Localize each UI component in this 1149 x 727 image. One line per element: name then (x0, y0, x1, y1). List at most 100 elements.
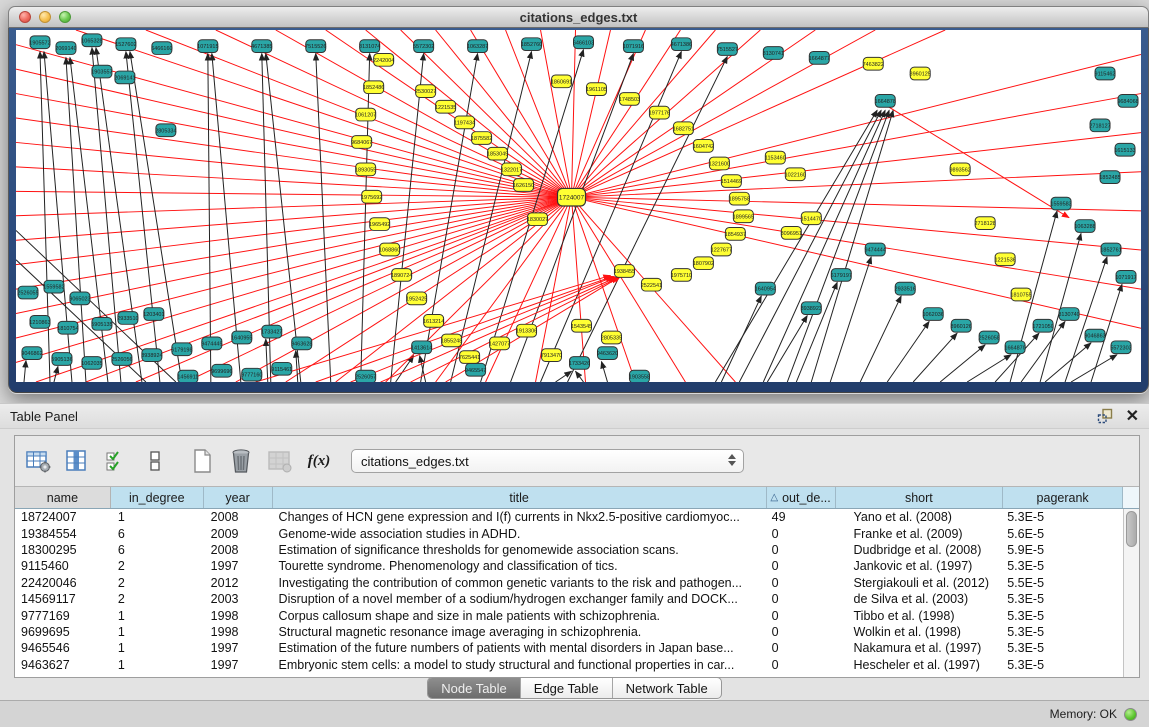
column-header-out_degree[interactable]: △out_de... (767, 487, 836, 508)
graph-edge[interactable] (361, 53, 370, 382)
cell-year: 1998 (204, 609, 273, 623)
graph-node-label: 1852760 (521, 42, 542, 48)
select-all-button[interactable] (103, 448, 129, 474)
float-panel-icon[interactable] (1097, 408, 1114, 425)
graph-edge[interactable] (739, 110, 881, 382)
table-row[interactable]: 2242004622012Investigating the contribut… (15, 575, 1123, 591)
graph-edge[interactable] (208, 53, 211, 382)
table-row[interactable]: 969969511998Structural magnetic resonanc… (15, 624, 1123, 640)
cell-short: Dudbridge et al. (2008) (836, 543, 1004, 557)
graph-node-label: 1852486 (363, 85, 384, 91)
tab-edge-table[interactable]: Edge Table (521, 678, 613, 698)
graph-node-label: 1853049 (487, 152, 508, 158)
graph-node-label: 8938923 (801, 306, 822, 312)
cell-pagerank: 5.3E-5 (1003, 641, 1123, 655)
new-column-button[interactable] (189, 448, 215, 474)
graph-edge[interactable] (556, 371, 572, 382)
column-header-name[interactable]: name (15, 487, 111, 508)
scrollbar-thumb[interactable] (1126, 511, 1137, 547)
graph-edge-selected[interactable] (136, 197, 572, 382)
graph-node-label: 2526056 (111, 357, 132, 363)
column-header-in_degree[interactable]: in_degree (111, 487, 204, 508)
graph-edge-selected[interactable] (881, 102, 1069, 217)
graph-edge[interactable] (576, 371, 584, 382)
column-header-label: pagerank (1037, 491, 1089, 505)
minimize-window-button[interactable] (39, 11, 51, 23)
graph-edge[interactable] (796, 282, 837, 382)
graph-node-label: 1321600 (709, 162, 730, 168)
graph-edge-selected[interactable] (572, 30, 576, 197)
network-canvas[interactable]: 1905572206914010653281527602646616010719… (16, 30, 1141, 382)
column-header-label: year (225, 491, 249, 505)
cell-name: 9465546 (15, 641, 111, 655)
graph-edge-selected[interactable] (572, 30, 611, 197)
graph-node-label: 5572303 (1110, 345, 1131, 351)
graph-node-label: 1733426 (569, 361, 590, 367)
tab-node-table[interactable]: Node Table (428, 678, 521, 698)
window-title: citations_edges.txt (520, 10, 638, 25)
graph-edge[interactable] (767, 316, 807, 382)
tab-network-table[interactable]: Network Table (613, 678, 721, 698)
graph-node-label: 1559583 (1050, 202, 1071, 208)
graph-edge-selected[interactable] (572, 197, 586, 382)
graph-node-label: 7913470 (541, 353, 562, 359)
graph-edge[interactable] (940, 345, 985, 382)
graph-edge[interactable] (1071, 355, 1117, 382)
graph-node-label: 1875582 (471, 136, 492, 142)
graph-edge[interactable] (887, 321, 929, 382)
table-row[interactable]: 946554611997Estimation of the future num… (15, 640, 1123, 656)
graph-edge[interactable] (316, 53, 331, 382)
graph-edge[interactable] (715, 110, 877, 382)
delete-column-button[interactable] (228, 448, 254, 474)
graph-edge[interactable] (24, 360, 26, 382)
graph-edge-selected[interactable] (76, 30, 572, 197)
graph-edge[interactable] (601, 361, 607, 382)
memory-status-label: Memory: OK (1050, 707, 1117, 721)
graph-edge-selected[interactable] (572, 30, 946, 197)
graph-node-label: 1065328 (81, 38, 102, 44)
graph-edge-selected[interactable] (256, 275, 611, 382)
table-row[interactable]: 911546021997Tourette syndrome. Phenomeno… (15, 558, 1123, 574)
clear-selection-button[interactable] (142, 448, 168, 474)
table-row[interactable]: 977716911998Corpus callosum shape and si… (15, 607, 1123, 623)
table-row[interactable]: 1456911722003Disruption of a novel membe… (15, 591, 1123, 607)
graph-edge-selected[interactable] (16, 197, 572, 216)
graph-node-label: 1860691 (551, 79, 572, 85)
table-row[interactable]: 1872400712008Changes of HCN gene express… (15, 509, 1123, 525)
column-header-year[interactable]: year (204, 487, 273, 508)
table-mode-button[interactable] (25, 448, 51, 474)
graph-edge[interactable] (92, 48, 121, 382)
graph-edge[interactable] (860, 296, 901, 382)
graph-node-label: 6179198 (171, 347, 192, 353)
window-titlebar[interactable]: citations_edges.txt (8, 6, 1149, 28)
table-row[interactable]: 1830029562008Estimation of significance … (15, 542, 1123, 558)
graph-edge-selected[interactable] (572, 133, 1141, 198)
graph-edge[interactable] (913, 333, 957, 382)
graph-edge-selected[interactable] (572, 197, 1141, 289)
zoom-window-button[interactable] (59, 11, 71, 23)
table-row[interactable]: 1938455462009Genome-wide association stu… (15, 525, 1123, 541)
column-header-title[interactable]: title (273, 487, 767, 508)
vertical-scrollbar[interactable] (1123, 509, 1139, 677)
cell-short: Stergiakouli et al. (2012) (836, 576, 1004, 590)
graph-edge[interactable] (266, 339, 268, 382)
graph-node-label: 9893562 (949, 167, 970, 173)
function-builder-button[interactable]: f(x) (306, 448, 332, 474)
close-window-button[interactable] (19, 11, 31, 23)
close-panel-icon[interactable]: ✕ (1126, 409, 1139, 425)
column-header-short[interactable]: short (836, 487, 1004, 508)
graph-node-label: 1210863 (29, 320, 50, 326)
table-header-corner (1123, 487, 1139, 509)
table-row[interactable]: 946362711997Embryonic stem cells: a mode… (15, 657, 1123, 673)
graph-edge[interactable] (721, 296, 761, 382)
graph-edge-selected[interactable] (16, 197, 572, 313)
show-columns-button[interactable] (64, 448, 90, 474)
table-selector-dropdown[interactable]: citations_edges.txt (351, 449, 744, 473)
graph-node-label: 1807902 (693, 261, 714, 267)
cell-pagerank: 5.3E-5 (1003, 625, 1123, 639)
graph-edge-selected[interactable] (16, 197, 572, 264)
graph-edge[interactable] (967, 355, 1011, 382)
graph-node-label: 8130741 (763, 51, 784, 57)
column-header-pagerank[interactable]: pagerank (1003, 487, 1123, 508)
graph-edge[interactable] (1045, 343, 1091, 382)
